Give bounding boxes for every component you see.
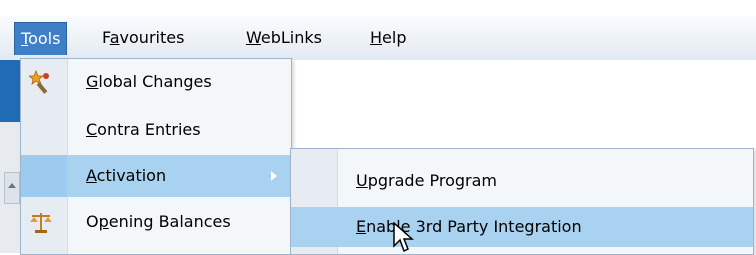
menu-item-enable-3rd-party-integration[interactable]: Enable 3rd Party Integration (291, 207, 753, 247)
menu-weblinks[interactable]: WebLinks (240, 22, 328, 54)
menu-tools[interactable]: Tools (14, 22, 68, 55)
background-window-area (290, 60, 756, 148)
menu-item-label: Global Changes (86, 72, 212, 91)
scroll-up-button[interactable] (4, 172, 20, 204)
menu-item-opening-balances[interactable]: Opening Balances (21, 201, 291, 243)
menu-item-label: Upgrade Program (356, 171, 498, 190)
menu-item-label: Contra Entries (86, 120, 201, 139)
scales-icon (30, 213, 52, 233)
menu-bar: Tools Favourites WebLinks Help (0, 16, 756, 61)
menu-help[interactable]: Help (364, 22, 412, 54)
menu-item-label: Opening Balances (86, 212, 231, 231)
tools-dropdown-menu: Global Changes Contra Entries Activation… (20, 58, 292, 255)
global-changes-icon (29, 70, 49, 94)
menu-item-label: Activation (86, 166, 167, 185)
menu-item-upgrade-program[interactable]: Upgrade Program (291, 161, 753, 201)
menu-favourites[interactable]: Favourites (96, 22, 190, 54)
activation-submenu: Upgrade Program Enable 3rd Party Integra… (290, 148, 754, 255)
menu-item-global-changes[interactable]: Global Changes (21, 61, 291, 103)
menu-item-activation[interactable]: Activation (21, 155, 291, 197)
menu-item-label: Enable 3rd Party Integration (356, 217, 582, 236)
mouse-cursor-icon (393, 222, 414, 253)
background-window-header (0, 60, 20, 122)
menu-item-contra-entries[interactable]: Contra Entries (21, 109, 291, 151)
submenu-arrow-icon (271, 171, 277, 181)
highlight-gutter (21, 155, 67, 197)
window-top-edge (0, 0, 756, 10)
